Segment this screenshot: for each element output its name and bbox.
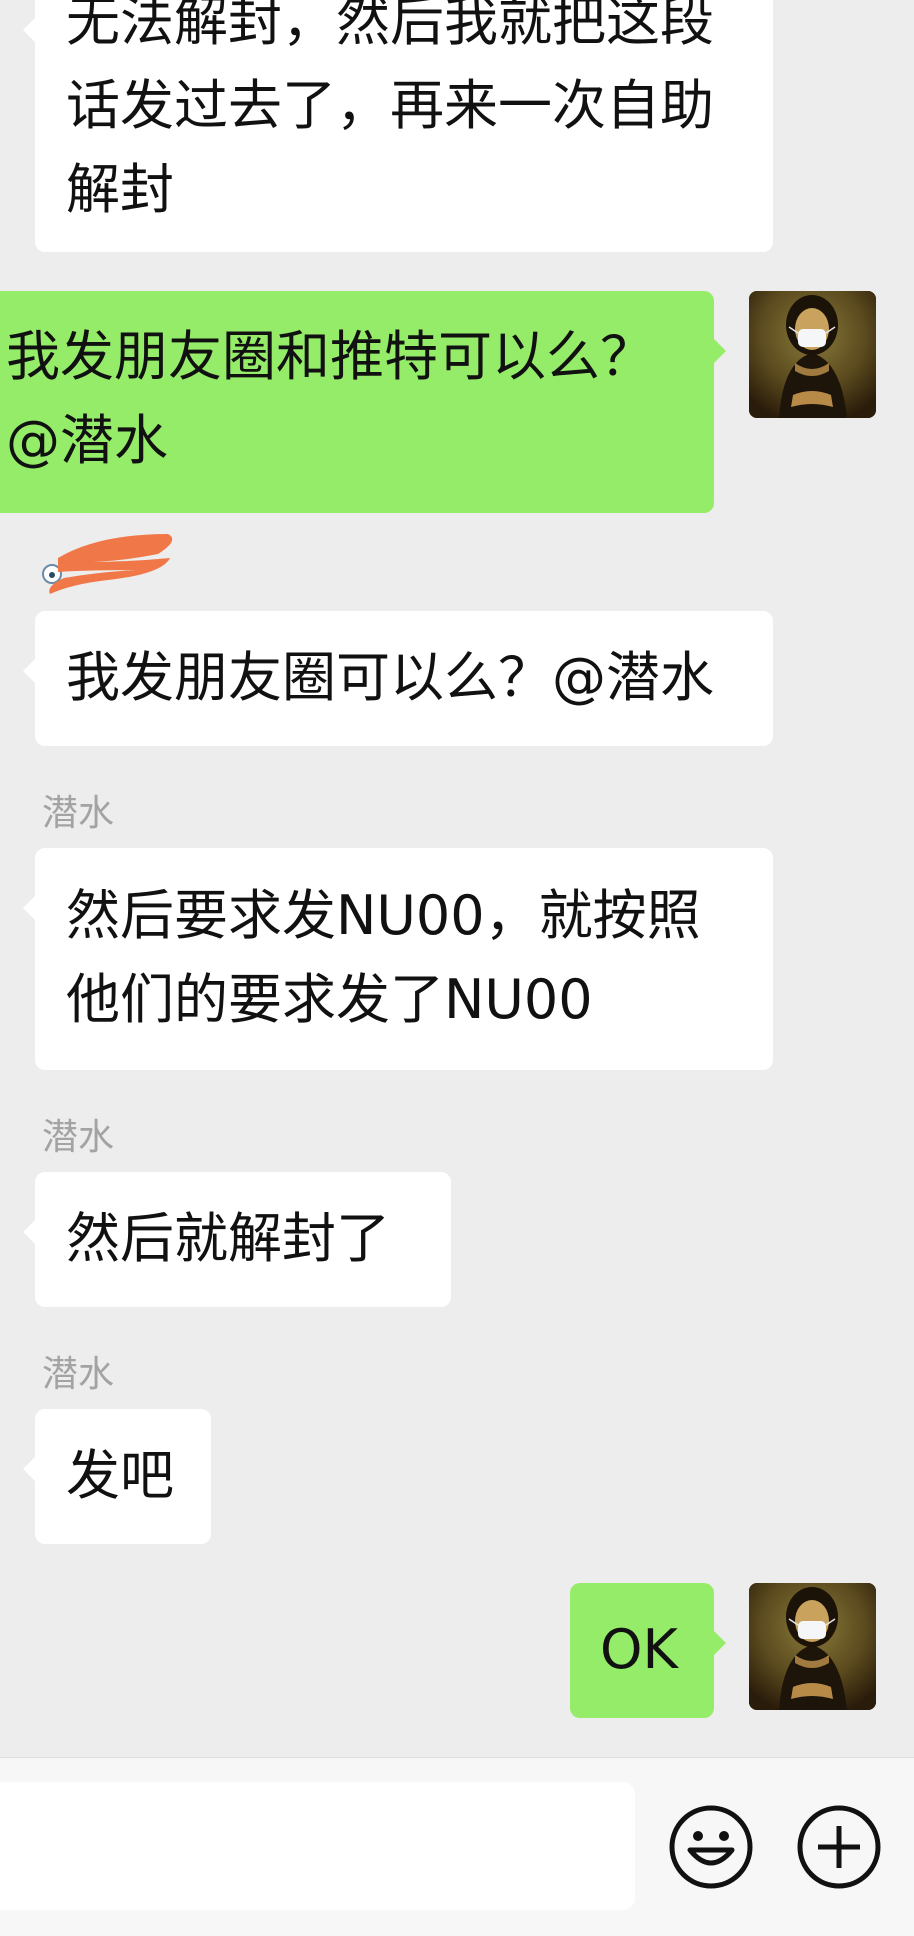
sender-name: 潜水	[42, 1117, 115, 1158]
message-bubble-outgoing[interactable]: 我发朋友圈和推特可以么？ @潜水	[0, 291, 726, 513]
message-bubble-incoming[interactable]: 然后要求发NU00，就按照 他们的要求发了NU00	[23, 848, 773, 1070]
mona-lisa-avatar-image	[749, 1583, 876, 1710]
mona-lisa-avatar-image	[749, 291, 876, 418]
avatar[interactable]	[749, 291, 876, 418]
message-bubble-incoming[interactable]: 发吧	[23, 1409, 211, 1544]
message-input[interactable]	[0, 1782, 635, 1910]
plus-circle-icon[interactable]	[796, 1804, 882, 1890]
avatar[interactable]	[749, 1583, 876, 1710]
message-bubble-incoming[interactable]: 我发朋友圈可以么？@潜水	[23, 611, 773, 746]
sender-name: 潜水	[42, 793, 115, 834]
message-bubble-incoming[interactable]: 然后就解封了	[23, 1172, 451, 1307]
sender-name: 潜水	[42, 1354, 115, 1395]
input-toolbar	[0, 1757, 914, 1936]
message-bubble-incoming[interactable]: 无法解封，然后我就把这段 话发过去了，再来一次自助 解封	[23, 0, 773, 252]
chat-message-list[interactable]: 无法解封，然后我就把这段 话发过去了，再来一次自助 解封 我发朋友圈和推特可以么…	[0, 0, 914, 1757]
emoji-icon[interactable]	[668, 1804, 754, 1890]
redacted-sender-name	[42, 534, 173, 594]
message-bubble-outgoing[interactable]: OK	[570, 1583, 726, 1718]
